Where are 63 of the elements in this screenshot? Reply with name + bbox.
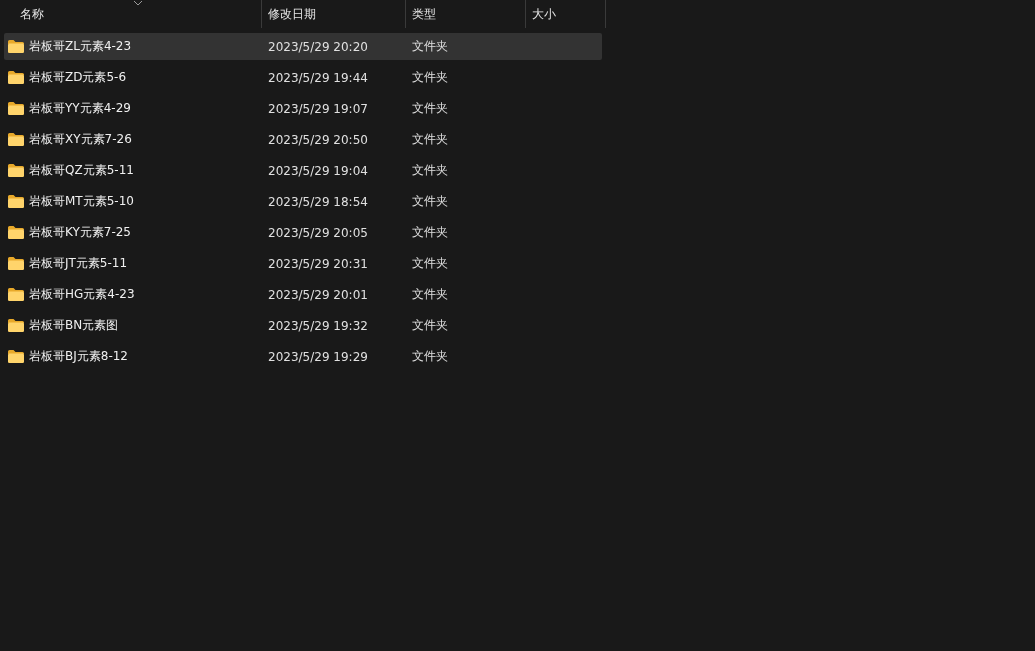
column-label: 修改日期 [268,5,316,23]
folder-icon [8,195,24,208]
folder-icon [8,40,24,53]
modified-date: 2023/5/29 20:20 [267,39,369,54]
column-header[interactable]: 名称 [0,0,262,28]
folder-name: 岩板哥ZL元素4-23 [29,38,132,55]
modified-date: 2023/5/29 19:32 [267,318,369,333]
item-type: 文件夹 [411,255,449,272]
column-label: 大小 [532,5,556,23]
folder-name: 岩板哥XY元素7-26 [29,131,132,148]
folder-name: 岩板哥KY元素7-25 [29,224,131,241]
column-label: 名称 [20,5,44,23]
folder-icon [8,164,24,177]
folder-row[interactable]: 岩板哥QZ元素5-11 2023/5/29 19:04 文件夹 [4,157,602,184]
folder-icon [8,319,24,332]
column-header[interactable]: 大小 [526,0,606,28]
folder-row[interactable]: 岩板哥BJ元素8-12 2023/5/29 19:29 文件夹 [4,343,602,370]
item-type: 文件夹 [411,162,449,179]
modified-date: 2023/5/29 19:29 [267,349,369,364]
modified-date: 2023/5/29 19:07 [267,101,369,116]
modified-date: 2023/5/29 20:31 [267,256,369,271]
folder-icon [8,226,24,239]
folder-row[interactable]: 岩板哥BN元素图 2023/5/29 19:32 文件夹 [4,312,602,339]
folder-name: 岩板哥QZ元素5-11 [29,162,134,179]
modified-date: 2023/5/29 20:05 [267,225,369,240]
folder-row[interactable]: 岩板哥YY元素4-29 2023/5/29 19:07 文件夹 [4,95,602,122]
modified-date: 2023/5/29 19:04 [267,163,369,178]
modified-date: 2023/5/29 20:50 [267,132,369,147]
item-type: 文件夹 [411,193,449,210]
modified-date: 2023/5/29 19:44 [267,70,369,85]
folder-row[interactable]: 岩板哥JT元素5-11 2023/5/29 20:31 文件夹 [4,250,602,277]
folder-icon [8,288,24,301]
item-type: 文件夹 [411,38,449,55]
folder-icon [8,350,24,363]
column-header[interactable]: 修改日期 [262,0,406,28]
folder-name: 岩板哥JT元素5-11 [29,255,128,272]
folder-name: 岩板哥HG元素4-23 [29,286,135,303]
item-type: 文件夹 [411,131,449,148]
folder-row[interactable]: 岩板哥KY元素7-25 2023/5/29 20:05 文件夹 [4,219,602,246]
item-type: 文件夹 [411,348,449,365]
folder-icon [8,102,24,115]
folder-name: 岩板哥YY元素4-29 [29,100,131,117]
folder-row[interactable]: 岩板哥XY元素7-26 2023/5/29 20:50 文件夹 [4,126,602,153]
modified-date: 2023/5/29 18:54 [267,194,369,209]
folder-icon [8,133,24,146]
item-type: 文件夹 [411,100,449,117]
modified-date: 2023/5/29 20:01 [267,287,369,302]
item-type: 文件夹 [411,224,449,241]
column-label: 类型 [412,5,436,23]
folder-row[interactable]: 岩板哥ZL元素4-23 2023/5/29 20:20 文件夹 [4,33,602,60]
folder-row[interactable]: 岩板哥HG元素4-23 2023/5/29 20:01 文件夹 [4,281,602,308]
folder-name: 岩板哥ZD元素5-6 [29,69,127,86]
folder-row[interactable]: 岩板哥ZD元素5-6 2023/5/29 19:44 文件夹 [4,64,602,91]
folder-row[interactable]: 岩板哥MT元素5-10 2023/5/29 18:54 文件夹 [4,188,602,215]
item-type: 文件夹 [411,286,449,303]
folder-name: 岩板哥BN元素图 [29,317,119,334]
column-header[interactable]: 类型 [406,0,526,28]
folder-icon [8,257,24,270]
item-type: 文件夹 [411,317,449,334]
folder-name: 岩板哥MT元素5-10 [29,193,134,210]
item-type: 文件夹 [411,69,449,86]
folder-icon [8,71,24,84]
folder-name: 岩板哥BJ元素8-12 [29,348,128,365]
